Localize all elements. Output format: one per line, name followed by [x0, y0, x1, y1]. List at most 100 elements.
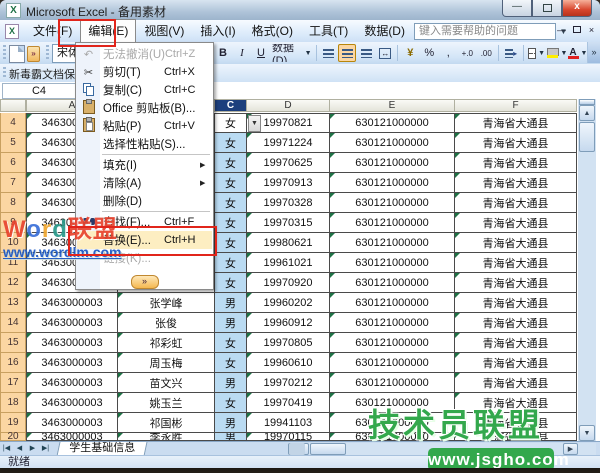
cell-E8[interactable]: 630121000000 [330, 193, 455, 213]
cell-D9[interactable]: 19970315 [247, 213, 330, 233]
first-sheet-icon[interactable]: |◀ [0, 442, 13, 455]
cell-A17[interactable]: 3463000003 [26, 373, 118, 393]
toolbar-grip[interactable] [46, 45, 49, 61]
cell-D12[interactable]: 19970920 [247, 273, 330, 293]
cell-E4[interactable]: 630121000000 [330, 113, 455, 133]
align-center-button[interactable] [338, 44, 356, 62]
cell-E7[interactable]: 630121000000 [330, 173, 455, 193]
workbook-close-button[interactable]: × [585, 25, 598, 37]
column-header-E[interactable]: E [330, 99, 455, 112]
toolbar-overflow-icon[interactable]: » [587, 42, 600, 63]
cell-D5[interactable]: 19971224 [247, 133, 330, 153]
new-document-icon[interactable] [9, 45, 25, 63]
cell-C8[interactable]: 女 [215, 193, 247, 213]
align-left-button[interactable] [319, 44, 337, 62]
cell-C17[interactable]: 男 [215, 373, 247, 393]
cell-B18[interactable]: 姚玉兰 [118, 393, 215, 413]
cell-E13[interactable]: 630121000000 [330, 293, 455, 313]
cell-C7[interactable]: 女 [215, 173, 247, 193]
currency-button[interactable]: ¥ [401, 44, 419, 62]
row-header[interactable]: 19 [0, 413, 26, 433]
cell-dropdown-icon[interactable]: ▼ [248, 115, 261, 132]
cell-C14[interactable]: 男 [215, 313, 247, 333]
cell-F5[interactable]: 青海省大通县 [455, 133, 577, 153]
borders-button[interactable]: ▼ [527, 44, 546, 62]
cell-B14[interactable]: 张俊 [118, 313, 215, 333]
row-header[interactable]: 12 [0, 273, 26, 293]
row-header[interactable]: 4 [0, 113, 26, 133]
name-box[interactable]: C4 [2, 83, 76, 99]
cell-C9[interactable]: 女 [215, 213, 247, 233]
edit-menu-item[interactable]: 粘贴(P)Ctrl+V [77, 117, 212, 135]
row-header[interactable]: 15 [0, 333, 26, 353]
edit-menu-item[interactable]: Office 剪贴板(B)... [77, 99, 212, 117]
scroll-up-icon[interactable]: ▲ [579, 105, 595, 121]
last-sheet-icon[interactable]: ▶| [39, 442, 52, 455]
vscroll-thumb[interactable] [579, 122, 595, 152]
row-header[interactable]: 5 [0, 133, 26, 153]
cell-D6[interactable]: 19970625 [247, 153, 330, 173]
edit-menu-item[interactable]: 清除(A)▶ [77, 174, 212, 192]
font-color-button[interactable]: A▼ [568, 44, 587, 62]
cell-C6[interactable]: 女 [215, 153, 247, 173]
menu-expand-icon[interactable]: » [131, 275, 159, 289]
toolbar-grip[interactable] [3, 45, 6, 61]
edit-menu-item[interactable]: ↶无法撤消(U)Ctrl+Z [77, 45, 212, 63]
cell-A14[interactable]: 3463000003 [26, 313, 118, 333]
row-header[interactable]: 18 [0, 393, 26, 413]
cell-C13[interactable]: 男 [215, 293, 247, 313]
cell-F4[interactable]: 青海省大通县 [455, 113, 577, 133]
cell-E17[interactable]: 630121000000 [330, 373, 455, 393]
cell-E9[interactable]: 630121000000 [330, 213, 455, 233]
cell-F13[interactable]: 青海省大通县 [455, 293, 577, 313]
toolbar-grip[interactable] [3, 67, 6, 79]
row-header[interactable]: 16 [0, 353, 26, 373]
row-header[interactable]: 14 [0, 313, 26, 333]
indent-button[interactable]: ▸ [502, 44, 520, 62]
cell-D19[interactable]: 19941103 [247, 413, 330, 433]
hscroll-thumb[interactable] [310, 443, 346, 455]
cell-E12[interactable]: 630121000000 [330, 273, 455, 293]
cell-D8[interactable]: 19970328 [247, 193, 330, 213]
sheet-tab-active[interactable]: 学生基础信息 [57, 442, 148, 456]
data-dropdown-button[interactable]: 数据(D)▼ [271, 44, 313, 62]
cell-A18[interactable]: 3463000003 [26, 393, 118, 413]
cell-D16[interactable]: 19960610 [247, 353, 330, 373]
cell-A15[interactable]: 3463000003 [26, 333, 118, 353]
cell-F7[interactable]: 青海省大通县 [455, 173, 577, 193]
cell-C10[interactable]: 女 [215, 233, 247, 253]
vertical-scrollbar[interactable]: ▲ ▼ [578, 99, 596, 441]
edit-menu-item[interactable]: 填充(I)▶ [77, 156, 212, 174]
cell-D14[interactable]: 19960912 [247, 313, 330, 333]
resize-grip[interactable] [289, 443, 305, 455]
column-header-D[interactable]: D [247, 99, 330, 112]
comma-button[interactable]: , [439, 44, 457, 62]
cell-E14[interactable]: 630121000000 [330, 313, 455, 333]
cell-C4[interactable]: 女 [215, 113, 247, 133]
cell-E11[interactable]: 630121000000 [330, 253, 455, 273]
select-all-corner[interactable] [0, 99, 26, 112]
edit-menu-item[interactable]: 复制(C)Ctrl+C [77, 81, 212, 99]
cell-F14[interactable]: 青海省大通县 [455, 313, 577, 333]
row-header[interactable]: 17 [0, 373, 26, 393]
cell-D18[interactable]: 19970419 [247, 393, 330, 413]
row-header[interactable]: 7 [0, 173, 26, 193]
cell-C5[interactable]: 女 [215, 133, 247, 153]
cell-C15[interactable]: 女 [215, 333, 247, 353]
prev-sheet-icon[interactable]: ◀ [13, 442, 26, 455]
cell-B16[interactable]: 周玉梅 [118, 353, 215, 373]
workbook-minimize-button[interactable]: — [555, 25, 568, 37]
toolbar-options-icon[interactable]: » [27, 46, 40, 62]
cell-E10[interactable]: 630121000000 [330, 233, 455, 253]
cell-D20[interactable]: 19970115 [247, 433, 330, 441]
menu-item-3[interactable]: 插入(I) [192, 19, 243, 43]
menu-item-4[interactable]: 格式(O) [244, 19, 301, 43]
cell-A19[interactable]: 3463000003 [26, 413, 118, 433]
align-right-button[interactable] [357, 44, 375, 62]
cell-D11[interactable]: 19961021 [247, 253, 330, 273]
addon-toolbar-button[interactable]: 新毒霸文档保 [9, 66, 75, 82]
decrease-decimal-button[interactable]: .00 [477, 44, 495, 62]
menu-item-5[interactable]: 工具(T) [301, 19, 356, 43]
cell-F8[interactable]: 青海省大通县 [455, 193, 577, 213]
cell-F6[interactable]: 青海省大通县 [455, 153, 577, 173]
